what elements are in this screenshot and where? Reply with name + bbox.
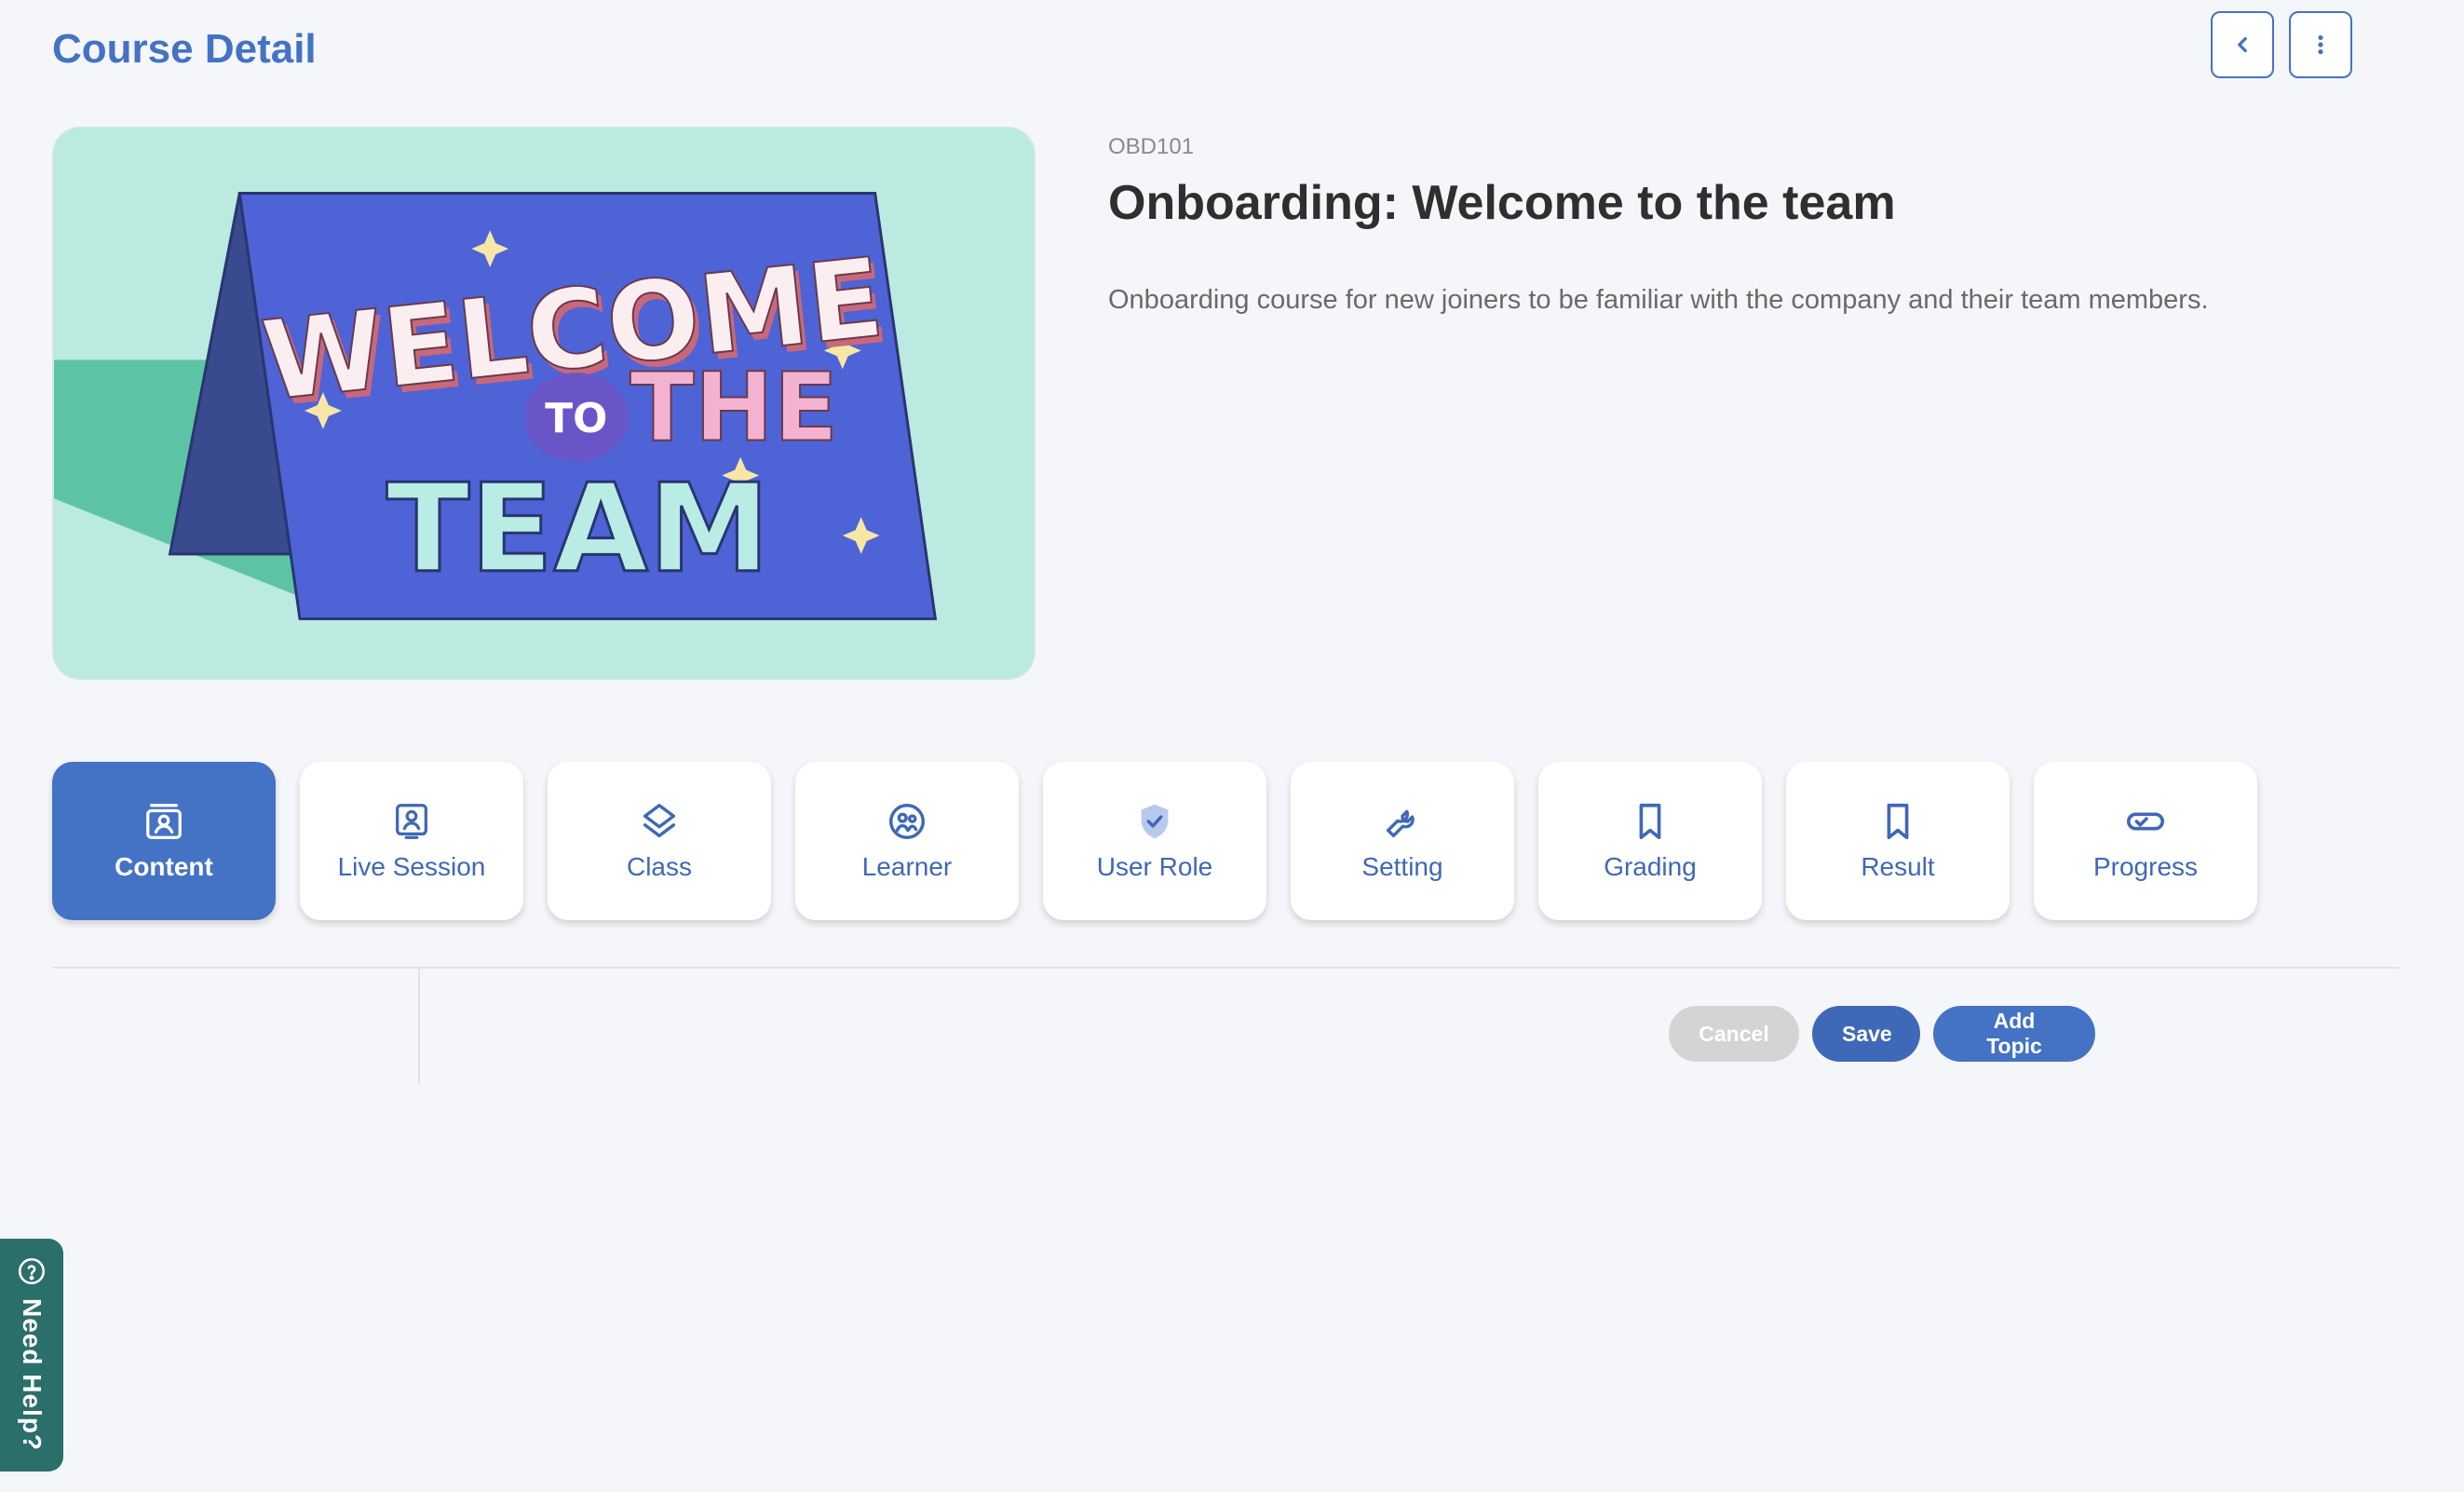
tab-user-role[interactable]: User Role bbox=[1043, 762, 1266, 920]
svg-text:TO: TO bbox=[545, 395, 607, 442]
course-banner-image: WELCOME WELCOME TO THE TEAM bbox=[52, 127, 1036, 680]
bookmark-icon bbox=[1639, 803, 1661, 840]
tab-setting[interactable]: Setting bbox=[1291, 762, 1514, 920]
tab-content[interactable]: Content bbox=[52, 762, 276, 920]
course-title: Onboarding: Welcome to the team bbox=[1108, 176, 1896, 230]
tab-live-session[interactable]: Live Session bbox=[300, 762, 523, 920]
live-session-icon bbox=[396, 804, 427, 839]
bookmark-icon bbox=[1887, 803, 1909, 840]
chevron-left-icon bbox=[2238, 36, 2247, 53]
shield-check-icon bbox=[1141, 804, 1169, 839]
tab-class[interactable]: Class bbox=[548, 762, 771, 920]
need-help-button[interactable]: Need Help? bbox=[0, 1239, 63, 1472]
add-topic-button[interactable]: Add Topic bbox=[1933, 1006, 2095, 1062]
tab-grading[interactable]: Grading bbox=[1538, 762, 1762, 920]
wrench-icon bbox=[1386, 809, 1415, 838]
tab-label: Live Session bbox=[337, 852, 486, 881]
help-label: Need Help? bbox=[18, 1298, 47, 1452]
tab-label: User Role bbox=[1096, 852, 1213, 881]
kebab-vertical-icon bbox=[2318, 34, 2323, 55]
svg-text:THE: THE bbox=[630, 353, 838, 463]
cancel-button[interactable]: Cancel bbox=[1669, 1006, 1799, 1062]
tab-result[interactable]: Result bbox=[1786, 762, 2010, 920]
tab-progress[interactable]: Progress bbox=[2034, 762, 2257, 920]
more-options-button[interactable] bbox=[2289, 11, 2352, 78]
course-description: Onboarding course for new joiners to be … bbox=[1108, 285, 2209, 315]
layers-icon bbox=[643, 804, 676, 838]
content-icon bbox=[146, 804, 182, 839]
tab-label: Learner bbox=[861, 852, 953, 881]
top-actions bbox=[2211, 11, 2352, 78]
tab-label: Content bbox=[115, 852, 213, 881]
save-button[interactable]: Save bbox=[1812, 1006, 1920, 1062]
tab-label: Setting bbox=[1361, 852, 1443, 881]
course-tabs: Content Live Session Class Learner User … bbox=[52, 762, 2257, 920]
svg-text:TEAM: TEAM bbox=[386, 457, 770, 600]
tab-label: Progress bbox=[2092, 852, 2199, 881]
tab-label: Result bbox=[1861, 852, 1935, 881]
question-circle-icon bbox=[18, 1257, 46, 1285]
progress-pill-icon bbox=[2126, 812, 2165, 831]
tab-learner[interactable]: Learner bbox=[795, 762, 1019, 920]
course-code: OBD101 bbox=[1108, 134, 1195, 159]
content-divider bbox=[52, 967, 2399, 969]
content-actions: Cancel Save Add Topic bbox=[1669, 1006, 2095, 1062]
back-button[interactable] bbox=[2211, 11, 2274, 78]
page-title: Course Detail bbox=[52, 26, 317, 72]
learner-icon bbox=[889, 804, 925, 839]
tab-label: Class bbox=[626, 852, 692, 881]
tab-label: Grading bbox=[1604, 852, 1697, 881]
topic-list-divider bbox=[418, 969, 420, 1084]
